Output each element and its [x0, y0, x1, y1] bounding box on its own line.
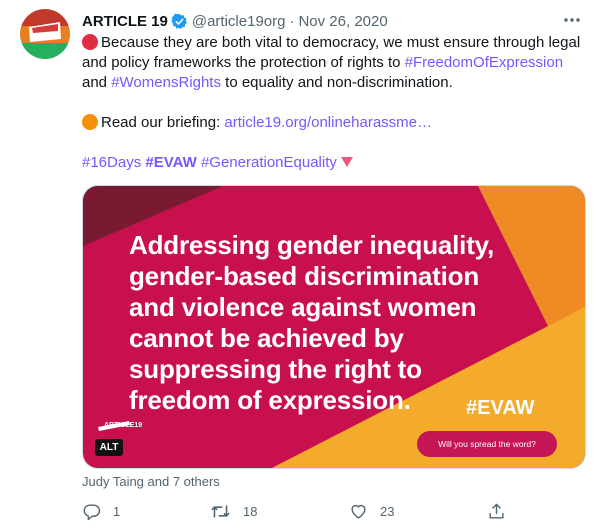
- tweet-date[interactable]: Nov 26, 2020: [298, 13, 387, 30]
- handle[interactable]: @article19org: [192, 13, 286, 30]
- down-triangle-emoji-icon: [340, 157, 353, 167]
- like-count: 23: [380, 503, 395, 519]
- hashtag-freedom-of-expression[interactable]: #FreedomOfExpression: [405, 54, 563, 71]
- share-button[interactable]: [487, 500, 506, 522]
- more-options-icon[interactable]: [560, 10, 584, 30]
- tweet-text-line: and: [82, 74, 112, 91]
- share-icon: [489, 503, 504, 519]
- hashtag-evaw[interactable]: #EVAW: [145, 154, 196, 171]
- retweet-count: 18: [243, 503, 258, 519]
- tweet-text-line: and policy frameworks the protection of …: [82, 54, 405, 71]
- media-headline-line: Addressing gender inequality,: [129, 230, 495, 260]
- article19-logo-avatar: [20, 9, 70, 59]
- red-circle-emoji-icon: [82, 34, 98, 50]
- briefing-link[interactable]: article19.org/onlineharassme…: [224, 114, 432, 131]
- tagged-people[interactable]: Judy Taing and 7 others: [82, 474, 220, 489]
- tweet-text-line: to equality and non-discrimination.: [220, 74, 453, 91]
- retweet-button[interactable]: 18: [210, 500, 257, 522]
- media-logo-text: ARTICLE19: [104, 422, 143, 429]
- reply-count: 1: [113, 503, 121, 519]
- display-name[interactable]: ARTICLE 19: [82, 13, 168, 30]
- separator-dot: ·: [289, 12, 295, 30]
- reply-icon: [83, 503, 101, 520]
- tweet-text-line: Read our briefing:: [101, 114, 225, 131]
- media-headline: Addressing gender inequality, gender-bas…: [129, 230, 494, 416]
- alt-text-badge[interactable]: ALT: [95, 439, 123, 456]
- verified-badge-icon: [171, 13, 188, 30]
- tweet-media-image[interactable]: Addressing gender inequality, gender-bas…: [82, 185, 586, 469]
- tweet-header: ARTICLE 19 @article19org · Nov 26, 2020: [82, 11, 388, 31]
- media-headline-line: freedom of expression.: [129, 385, 411, 415]
- tweet-actions: 1 18 23: [82, 500, 504, 524]
- media-evaw-tag: #EVAW: [466, 397, 535, 419]
- orange-circle-emoji-icon: [82, 114, 98, 130]
- retweet-icon: [211, 504, 230, 518]
- like-button[interactable]: 23: [349, 500, 394, 522]
- heart-icon: [351, 504, 366, 519]
- tweet-text: Because they are both vital to democracy…: [82, 33, 582, 173]
- media-headline-line: cannot be achieved by: [129, 323, 404, 353]
- media-headline-line: gender-based discrimination: [129, 261, 480, 291]
- spread-the-word-badge: Will you spread the word?: [417, 431, 557, 457]
- media-headline-line: and violence against women: [129, 292, 477, 322]
- hashtag-16days[interactable]: #16Days: [82, 154, 141, 171]
- media-headline-line: suppressing the right to: [129, 354, 422, 384]
- hashtag-womens-rights[interactable]: #WomensRights: [111, 74, 221, 91]
- hashtag-generation-equality[interactable]: #GenerationEquality: [201, 154, 337, 171]
- avatar[interactable]: [20, 9, 70, 59]
- tweet-text-line: Because they are both vital to democracy…: [101, 34, 581, 51]
- reply-button[interactable]: 1: [82, 500, 120, 522]
